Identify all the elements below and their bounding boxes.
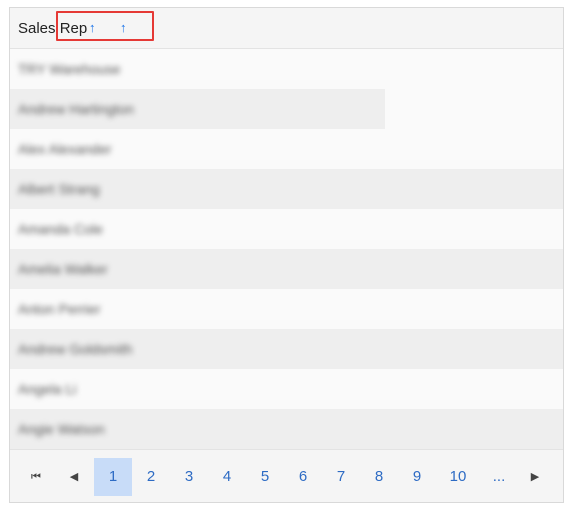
grid-body: TRY Warehouse Andrew Hartington Alex Ale…	[10, 49, 563, 449]
page-button-7[interactable]: 7	[322, 458, 360, 496]
page-button-2[interactable]: 2	[132, 458, 170, 496]
page-button-more[interactable]: ...	[480, 458, 518, 496]
sales-rep-cell: Andrew Hartington	[18, 101, 134, 117]
sales-rep-cell: Angie Watson	[18, 421, 105, 437]
first-page-icon[interactable]: ⏮	[24, 458, 48, 496]
page-button-4[interactable]: 4	[208, 458, 246, 496]
next-page-icon[interactable]: ▶	[523, 458, 547, 496]
data-grid: Sales Rep ↑ ↑ TRY Warehouse Andrew Harti…	[9, 7, 564, 503]
table-row[interactable]: TRY Warehouse	[10, 49, 563, 89]
page-button-6[interactable]: 6	[284, 458, 322, 496]
table-row[interactable]: Anton Perrier	[10, 289, 563, 329]
table-row[interactable]: Angela Li	[10, 369, 563, 409]
table-row[interactable]: Andrew Goldsmith	[10, 329, 563, 369]
page-button-5[interactable]: 5	[246, 458, 284, 496]
sales-rep-cell: TRY Warehouse	[18, 61, 121, 77]
sales-rep-cell: Andrew Goldsmith	[18, 341, 133, 357]
sales-rep-cell: Angela Li	[18, 381, 77, 397]
page-button-3[interactable]: 3	[170, 458, 208, 496]
page-button-8[interactable]: 8	[360, 458, 398, 496]
pagination-bar: ⏮ ◀ 1 2 3 4 5 6 7 8 9 10 ... ▶	[10, 449, 563, 502]
sales-rep-cell: Amanda Cole	[18, 221, 103, 237]
table-row[interactable]: Albert Strang	[10, 169, 563, 209]
page-button-9[interactable]: 9	[398, 458, 436, 496]
highlight-box	[56, 11, 154, 41]
sales-rep-cell: Anton Perrier	[18, 301, 101, 317]
page-button-1[interactable]: 1	[94, 458, 132, 496]
sales-rep-cell: Albert Strang	[18, 181, 100, 197]
page-button-10[interactable]: 10	[436, 458, 480, 496]
table-row[interactable]: Amelia Walker	[10, 249, 563, 289]
table-row[interactable]: Andrew Hartington	[10, 89, 563, 129]
prev-page-icon[interactable]: ◀	[62, 458, 86, 496]
sales-rep-cell: Alex Alexander	[18, 141, 112, 157]
column-header[interactable]: Sales Rep ↑ ↑	[10, 8, 563, 49]
table-row[interactable]: Amanda Cole	[10, 209, 563, 249]
table-row[interactable]: Angie Watson	[10, 409, 563, 449]
sales-rep-cell: Amelia Walker	[18, 261, 108, 277]
table-row[interactable]: Alex Alexander	[10, 129, 563, 169]
